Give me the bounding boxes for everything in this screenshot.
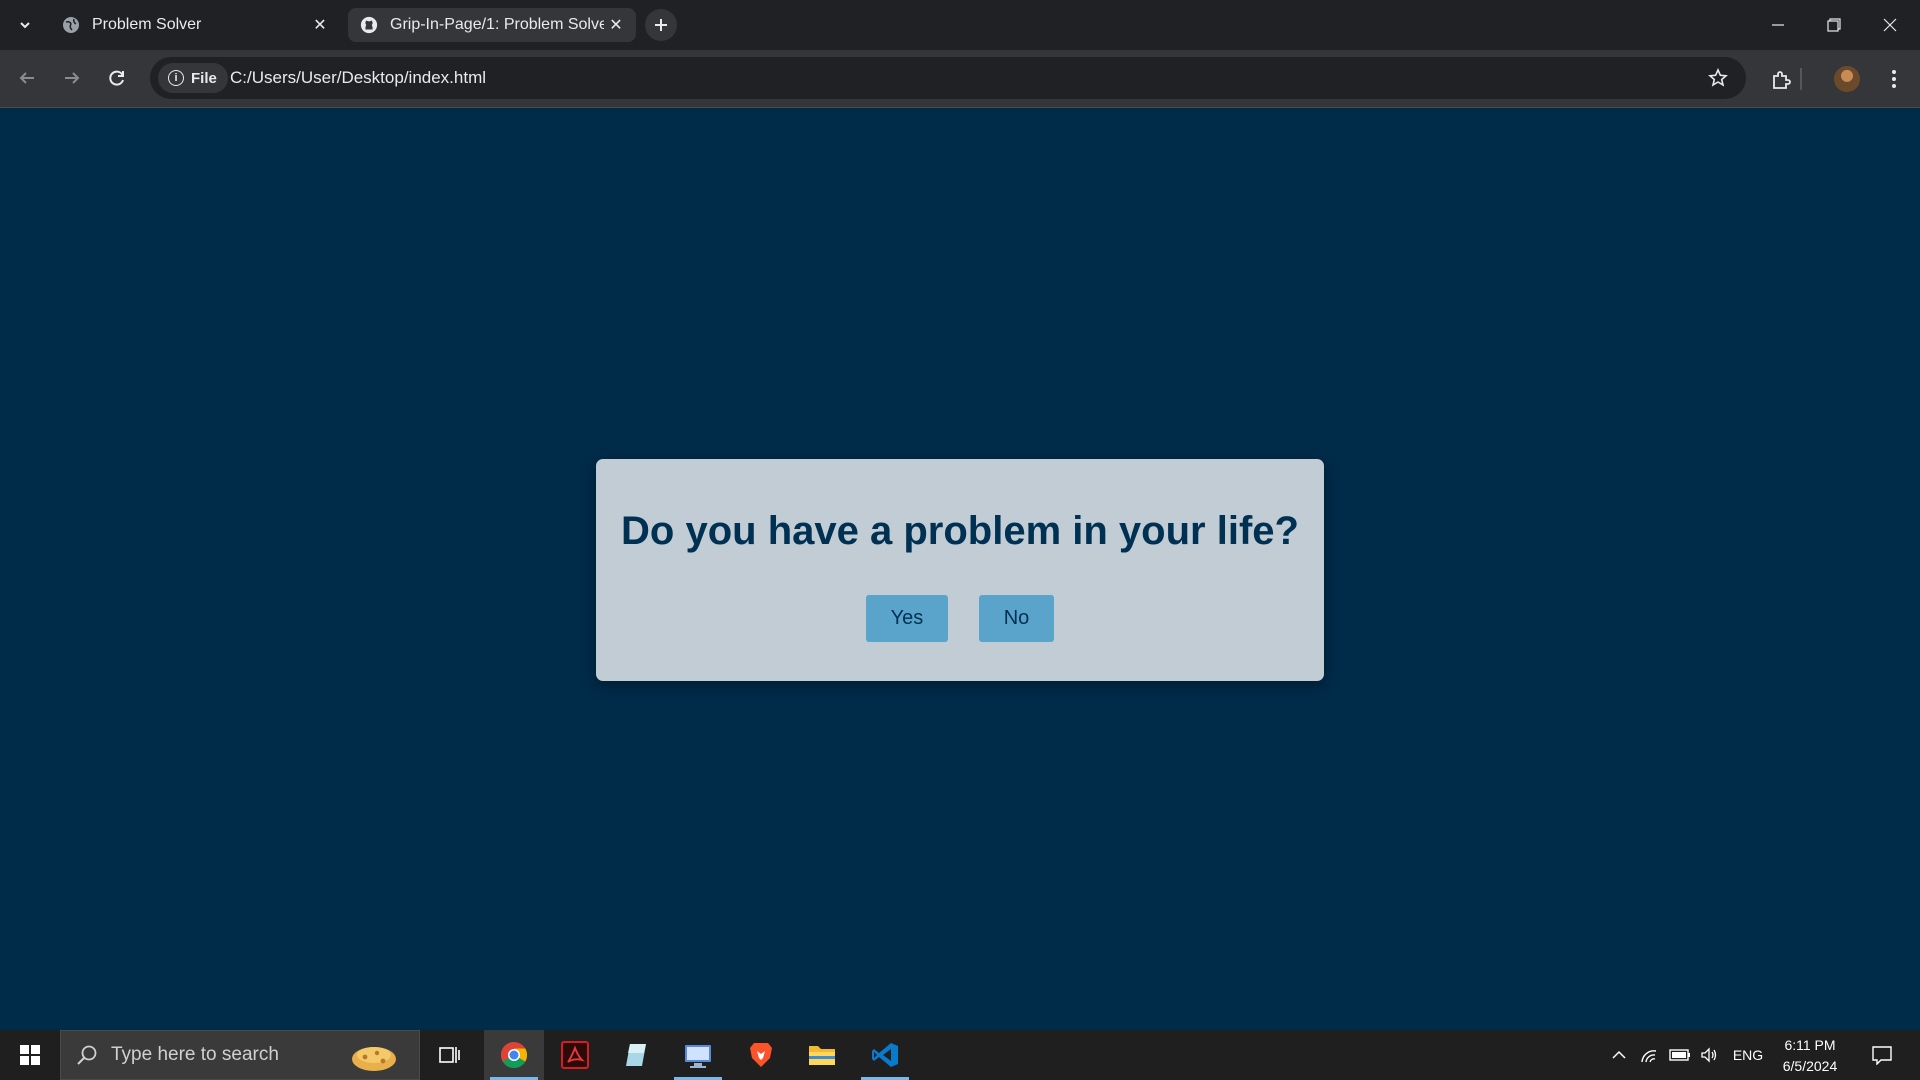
github-icon	[360, 16, 378, 34]
system-clock[interactable]: 6:11 PM 6/5/2024	[1770, 1035, 1850, 1077]
tab-strip: Problem Solver ✕ Grip-In-Page/1: Problem…	[0, 0, 1920, 50]
tab-search-icon[interactable]	[12, 12, 38, 38]
minimize-icon[interactable]	[1750, 0, 1806, 50]
search-highlight-icon	[352, 1047, 396, 1071]
close-icon[interactable]: ✕	[308, 13, 332, 37]
close-icon[interactable]: ✕	[604, 13, 628, 37]
tab-problem-solver[interactable]: Problem Solver ✕	[50, 8, 340, 42]
site-info-chip[interactable]: i File	[158, 63, 228, 93]
taskbar-search-box[interactable]: Type here to search	[60, 1030, 420, 1080]
windows-start-icon[interactable]	[0, 1030, 60, 1080]
profile-avatar[interactable]	[1834, 66, 1860, 92]
volume-icon[interactable]	[1696, 1030, 1722, 1080]
no-button[interactable]: No	[979, 595, 1054, 642]
back-icon[interactable]	[10, 61, 44, 95]
vscode-icon[interactable]	[855, 1030, 915, 1080]
language-indicator[interactable]: ENG	[1728, 1030, 1768, 1080]
network-icon[interactable]	[1636, 1030, 1662, 1080]
extensions-icon[interactable]	[1765, 63, 1797, 95]
show-hidden-icons-icon[interactable]	[1606, 1030, 1632, 1080]
tab-github[interactable]: Grip-In-Page/1: Problem Solver ✕	[348, 8, 636, 42]
search-placeholder: Type here to search	[111, 1044, 279, 1065]
notification-icon[interactable]	[1862, 1030, 1902, 1080]
globe-icon	[62, 16, 80, 34]
task-view-icon[interactable]	[420, 1030, 480, 1080]
star-icon[interactable]	[1706, 66, 1730, 90]
kebab-menu-icon[interactable]	[1878, 63, 1910, 95]
chrome-icon[interactable]	[484, 1030, 544, 1080]
question-card: Do you have a problem in your life? Yes …	[596, 459, 1324, 681]
url-text[interactable]: C:/Users/User/Desktop/index.html	[230, 57, 486, 99]
yes-button[interactable]: Yes	[866, 595, 948, 642]
tab-title: Problem Solver	[92, 16, 202, 33]
clock-date: 6/5/2024	[1782, 1058, 1838, 1074]
window-close-icon[interactable]	[1862, 0, 1918, 50]
search-icon	[75, 1043, 99, 1067]
notes-app-icon[interactable]	[606, 1030, 666, 1080]
forward-icon[interactable]	[55, 61, 89, 95]
file-explorer-icon[interactable]	[792, 1030, 852, 1080]
windows-taskbar: Type here to search ENG 6:11 PM 6/5/2024	[0, 1030, 1920, 1080]
restore-icon[interactable]	[1806, 0, 1862, 50]
new-tab-icon[interactable]	[645, 9, 677, 41]
browser-toolbar: i File C:/Users/User/Desktop/index.html	[0, 50, 1920, 108]
clock-time: 6:11 PM	[1784, 1037, 1836, 1053]
acrobat-icon[interactable]	[545, 1030, 605, 1080]
tab-title: Grip-In-Page/1: Problem Solver	[390, 16, 604, 33]
brave-icon[interactable]	[731, 1030, 791, 1080]
scheme-label: File	[191, 69, 217, 87]
battery-icon[interactable]	[1666, 1030, 1694, 1080]
reload-icon[interactable]	[100, 61, 134, 95]
address-bar[interactable]: i File C:/Users/User/Desktop/index.html	[150, 57, 1746, 99]
remote-desktop-icon[interactable]	[668, 1030, 728, 1080]
question-heading: Do you have a problem in your life?	[621, 509, 1299, 553]
info-icon: i	[168, 70, 184, 86]
toolbar-divider	[1797, 63, 1805, 95]
